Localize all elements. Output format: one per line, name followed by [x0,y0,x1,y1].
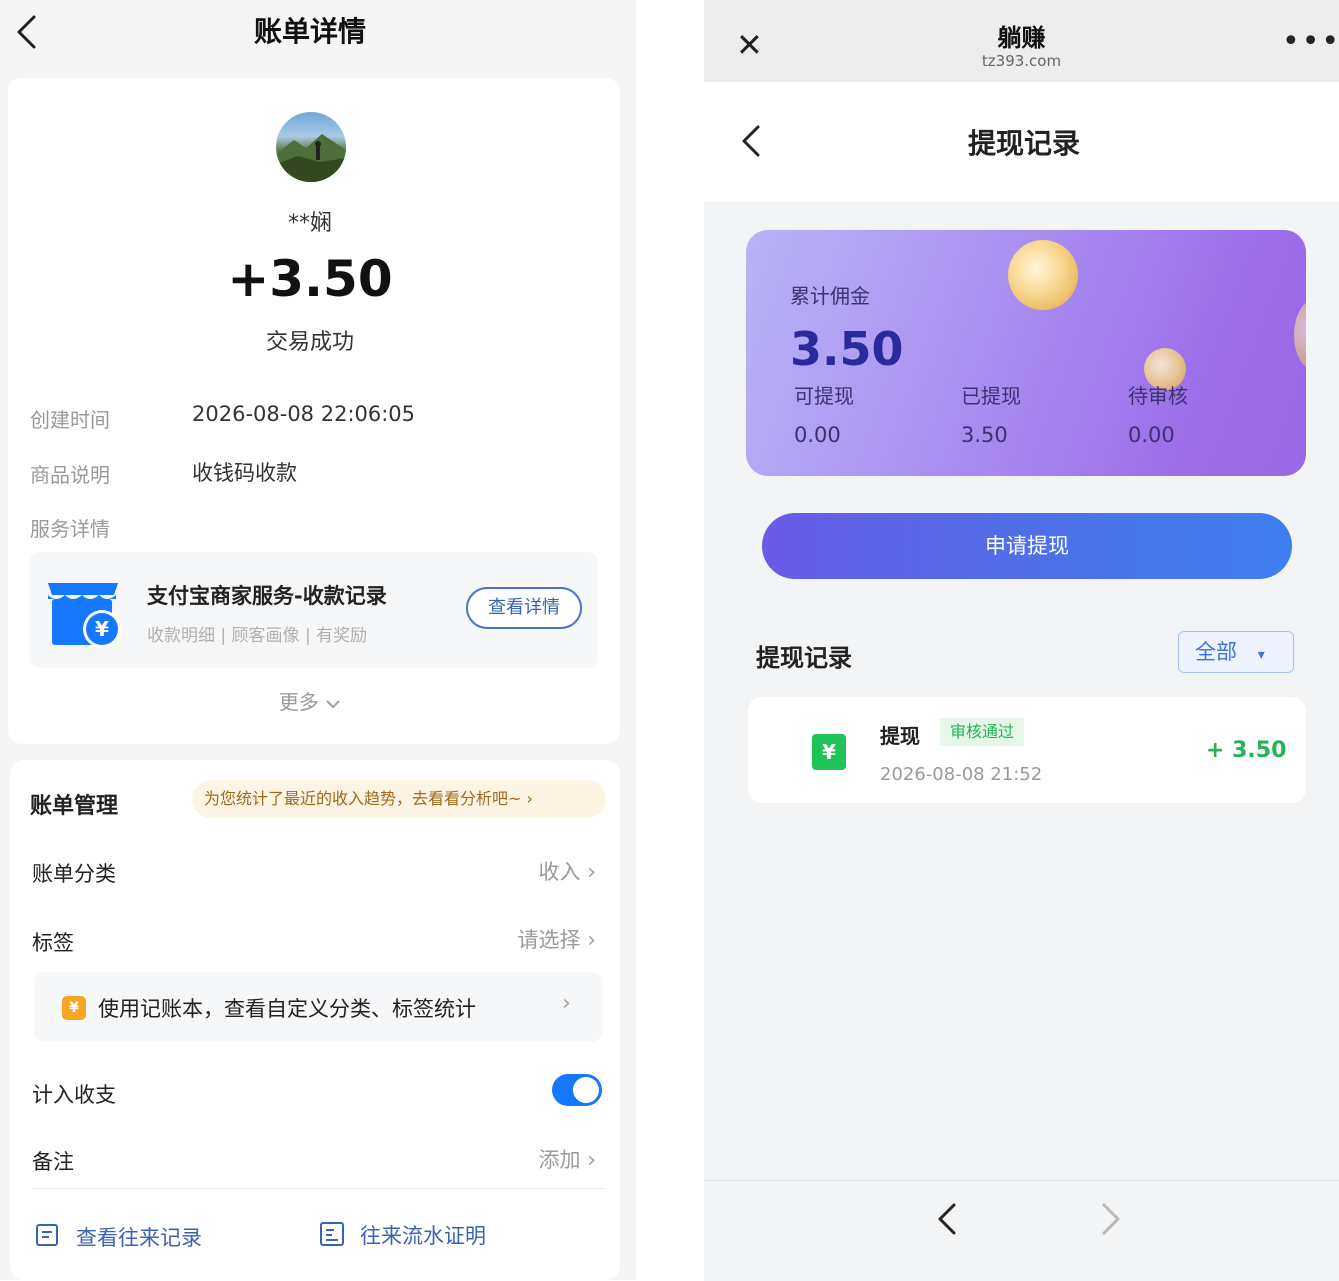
total-commission-value: 3.50 [790,322,904,376]
apply-withdraw-button[interactable]: 申请提现 [762,513,1292,579]
transaction-amount: +3.50 [227,250,393,308]
records-section-title: 提现记录 [756,644,852,672]
service-subtitle: 收款明细 | 顾客画像 | 有奖励 [147,626,368,646]
chevron-down-icon [326,699,340,708]
payer-name: **娴 [287,211,332,236]
withdrawn-label: 已提现 [961,384,1021,408]
record-name: 提现 [880,724,920,748]
row-label-note: 备注 [32,1150,74,1174]
coin-icon [1008,240,1078,310]
more-icon[interactable]: ••• [1282,24,1339,59]
ledger-promo-text: 使用记账本，查看自定义分类、标签统计 [98,997,476,1021]
row-note[interactable]: 添加 › [539,1144,597,1174]
available-label: 可提现 [794,384,854,408]
browser-bottom-bar [704,1180,1339,1281]
section-title: 账单管理 [30,794,119,819]
record-date: 2026-08-08 21:52 [880,764,1043,785]
avatar[interactable] [276,112,346,182]
total-commission-label: 累计佣金 [790,284,870,308]
page-title: 账单详情 [253,15,366,48]
browser-back-icon[interactable] [936,1202,958,1236]
yen-icon: ¥ [812,734,846,770]
chevron-right-icon: › [587,860,596,885]
certificate-icon [320,1222,344,1246]
record-filter-select[interactable]: 全部 ▾ [1178,631,1294,673]
view-history-label: 查看往来记录 [76,1226,202,1250]
caret-down-icon: ▾ [1257,647,1265,663]
withdrawn-value: 3.50 [961,423,1008,447]
record-icon [36,1224,58,1246]
detail-label-created-time: 创建时间 [30,408,110,432]
landscape-photo-icon [276,134,346,182]
view-details-button[interactable]: 查看详情 [466,587,582,629]
shop-icon: ¥ [48,583,121,648]
ledger-icon: ¥ [62,996,86,1020]
row-value-note: 添加 [538,1148,581,1172]
app-domain: tz393.com [981,52,1062,70]
pending-label: 待审核 [1128,384,1188,408]
detail-value-created-time: 2026-08-08 22:06:05 [192,402,416,426]
status-badge: 审核通过 [940,718,1025,746]
more-label: 更多 [278,690,319,714]
service-title: 支付宝商家服务-收款记录 [147,584,387,608]
flow-certificate-label: 往来流水证明 [360,1224,486,1248]
record-amount: + 3.50 [1206,738,1287,763]
row-value-tag: 请选择 [517,928,581,952]
chevron-right-icon: › [562,991,571,1016]
transaction-status: 交易成功 [265,330,354,355]
row-value-category: 收入 [538,860,581,884]
row-label-tag: 标签 [32,931,74,955]
divider [32,1188,606,1189]
more-toggle[interactable]: 更多 [0,686,620,715]
svg-text:¥: ¥ [95,617,109,641]
app-title: 躺赚 [997,24,1046,52]
detail-value-product: 收钱码收款 [192,461,297,485]
row-tag[interactable]: 请选择 › [518,924,597,954]
detail-label-product: 商品说明 [30,463,110,487]
available-value: 0.00 [794,423,841,447]
browser-forward-icon[interactable] [1100,1202,1122,1236]
bill-detail-panel: 账单详情 **娴 +3.50 交易成功 创建时间 2026-08-08 22:0… [0,0,636,1280]
coin-icon [1294,300,1306,370]
chevron-right-icon: › [587,928,596,953]
row-label-category: 账单分类 [32,862,116,886]
income-trend-tip[interactable]: 为您统计了最近的收入趋势，去看看分析吧~ › [192,780,606,818]
page-title: 提现记录 [967,127,1080,160]
detail-label-service: 服务详情 [30,517,110,541]
chevron-right-icon: › [587,1148,596,1173]
row-label-include: 计入收支 [32,1083,116,1107]
pending-value: 0.00 [1128,423,1175,447]
include-in-stats-toggle[interactable] [552,1074,602,1106]
filter-value: 全部 [1195,640,1237,664]
row-category[interactable]: 收入 › [539,856,597,886]
